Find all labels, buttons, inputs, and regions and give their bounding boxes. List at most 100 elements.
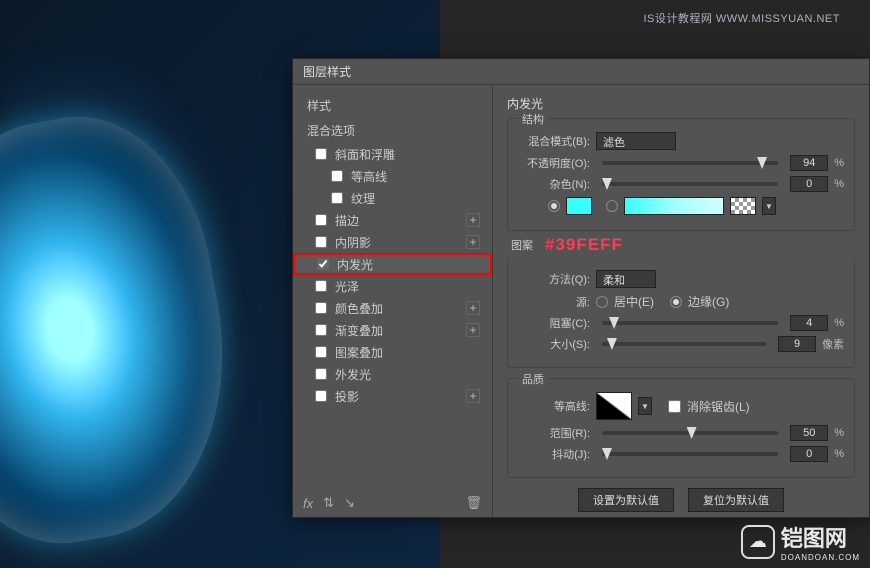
style-item[interactable]: 内阴影 +	[293, 231, 492, 253]
style-item-label: 渐变叠加	[335, 322, 383, 339]
blend-options-header[interactable]: 混合选项	[293, 118, 492, 143]
plus-icon[interactable]: +	[466, 389, 480, 403]
style-checkbox[interactable]	[331, 192, 343, 204]
plus-icon[interactable]: +	[466, 213, 480, 227]
style-item[interactable]: 渐变叠加 +	[293, 319, 492, 341]
style-item[interactable]: 内发光	[293, 253, 492, 275]
choke-value[interactable]: 4	[790, 315, 828, 331]
contour-picker[interactable]	[596, 392, 632, 420]
range-value[interactable]: 50	[790, 425, 828, 441]
style-item-label: 颜色叠加	[335, 300, 383, 317]
fx-label[interactable]: fx	[303, 496, 313, 511]
style-item[interactable]: 纹理	[293, 187, 492, 209]
style-checkbox[interactable]	[315, 280, 327, 292]
corner-watermark: ☁ 铠图网 DOANDOAN.COM	[741, 521, 860, 562]
blend-mode-select[interactable]: 滤色	[596, 132, 676, 150]
noise-slider[interactable]	[602, 182, 778, 186]
plus-icon[interactable]: +	[466, 323, 480, 337]
arrow-up-down-icon[interactable]: ⇅	[323, 495, 334, 511]
style-checkbox[interactable]	[315, 236, 327, 248]
style-checkbox[interactable]	[315, 390, 327, 402]
structure-group: 结构 混合模式(B): 滤色 不透明度(O): 94 % 杂色(N): 0 %	[507, 118, 855, 231]
style-item[interactable]: 颜色叠加 +	[293, 297, 492, 319]
source-label: 源:	[518, 294, 590, 310]
noise-unit: %	[834, 178, 844, 190]
style-item[interactable]: 等高线	[293, 165, 492, 187]
plus-icon[interactable]: +	[466, 301, 480, 315]
watermark-top: IS设计教程网 WWW.MISSYUAN.NET	[643, 10, 840, 26]
range-slider[interactable]	[602, 431, 778, 435]
plus-icon[interactable]: +	[466, 235, 480, 249]
elements-group: 方法(Q): 柔和 源: 居中(E) 边缘(G) 阻塞(C): 4 %	[507, 257, 855, 368]
size-slider[interactable]	[602, 342, 766, 346]
settings-panel: 内发光 结构 混合模式(B): 滤色 不透明度(O): 94 % 杂色(N): …	[493, 85, 869, 517]
style-item[interactable]: 斜面和浮雕	[293, 143, 492, 165]
size-unit: 像素	[822, 336, 844, 352]
style-checkbox[interactable]	[315, 368, 327, 380]
opacity-label: 不透明度(O):	[518, 155, 590, 171]
source-edge-radio[interactable]	[670, 296, 682, 308]
opacity-value[interactable]: 94	[790, 155, 828, 171]
chevron-down-icon[interactable]: ▼	[762, 197, 776, 215]
logo-subtext: DOANDOAN.COM	[781, 553, 860, 562]
style-checkbox[interactable]	[315, 302, 327, 314]
style-checkbox[interactable]	[315, 214, 327, 226]
style-item-label: 描边	[335, 212, 359, 229]
style-checkbox[interactable]	[315, 346, 327, 358]
opacity-slider[interactable]	[602, 161, 778, 165]
jitter-slider[interactable]	[602, 452, 778, 456]
logo-icon: ☁	[741, 525, 775, 559]
style-item-label: 等高线	[351, 168, 387, 185]
blend-mode-label: 混合模式(B):	[518, 133, 590, 149]
technique-select[interactable]: 柔和	[596, 270, 656, 288]
anti-alias-label: 消除锯齿(L)	[687, 398, 750, 415]
anti-alias-checkbox[interactable]	[668, 400, 681, 413]
source-center-radio[interactable]	[596, 296, 608, 308]
size-value[interactable]: 9	[778, 336, 816, 352]
noise-value[interactable]: 0	[790, 176, 828, 192]
technique-label: 方法(Q):	[518, 271, 590, 287]
trash-icon[interactable]: 🗑	[465, 495, 482, 511]
gradient-end-swatch	[730, 197, 756, 215]
style-item[interactable]: 外发光	[293, 363, 492, 385]
chevron-down-icon[interactable]: ▼	[638, 397, 652, 415]
style-item-label: 光泽	[335, 278, 359, 295]
contour-label: 等高线:	[518, 398, 590, 414]
jitter-label: 抖动(J):	[518, 446, 590, 462]
style-checkbox[interactable]	[315, 148, 327, 160]
make-default-button[interactable]: 设置为默认值	[578, 488, 674, 512]
style-item-label: 投影	[335, 388, 359, 405]
style-item-label: 外发光	[335, 366, 371, 383]
styles-header: 样式	[293, 93, 492, 118]
gradient-radio[interactable]	[606, 200, 618, 212]
style-item[interactable]: 光泽	[293, 275, 492, 297]
reset-default-button[interactable]: 复位为默认值	[688, 488, 784, 512]
style-item[interactable]: 投影 +	[293, 385, 492, 407]
arrow-icon[interactable]: ↘	[344, 495, 355, 511]
quality-label: 品质	[518, 371, 548, 387]
layer-style-dialog: 图层样式 样式 混合选项 斜面和浮雕等高线纹理描边 + 内阴影 + 内发光光泽颜色叠加 +…	[292, 58, 870, 518]
style-item-label: 内阴影	[335, 234, 371, 251]
noise-label: 杂色(N):	[518, 176, 590, 192]
styles-list-panel: 样式 混合选项 斜面和浮雕等高线纹理描边 + 内阴影 + 内发光光泽颜色叠加 + 渐变叠加 +…	[293, 85, 493, 517]
style-item-label: 纹理	[351, 190, 375, 207]
gradient-bar[interactable]	[624, 197, 724, 215]
style-item-label: 斜面和浮雕	[335, 146, 395, 163]
range-label: 范围(R):	[518, 425, 590, 441]
jitter-value[interactable]: 0	[790, 446, 828, 462]
style-item-label: 图案叠加	[335, 344, 383, 361]
style-checkbox[interactable]	[331, 170, 343, 182]
choke-slider[interactable]	[602, 321, 778, 325]
opacity-unit: %	[834, 157, 844, 169]
fx-toolbar: fx ⇅ ↘ 🗑	[303, 495, 482, 511]
color-radio[interactable]	[548, 200, 560, 212]
style-checkbox[interactable]	[317, 258, 329, 270]
style-item[interactable]: 描边 +	[293, 209, 492, 231]
style-checkbox[interactable]	[315, 324, 327, 336]
dialog-title: 图层样式	[293, 59, 869, 85]
style-item[interactable]: 图案叠加	[293, 341, 492, 363]
hex-annotation: #39FEFF	[545, 235, 623, 255]
color-swatch[interactable]	[566, 197, 592, 215]
choke-unit: %	[834, 317, 844, 329]
source-center-label: 居中(E)	[614, 293, 654, 310]
